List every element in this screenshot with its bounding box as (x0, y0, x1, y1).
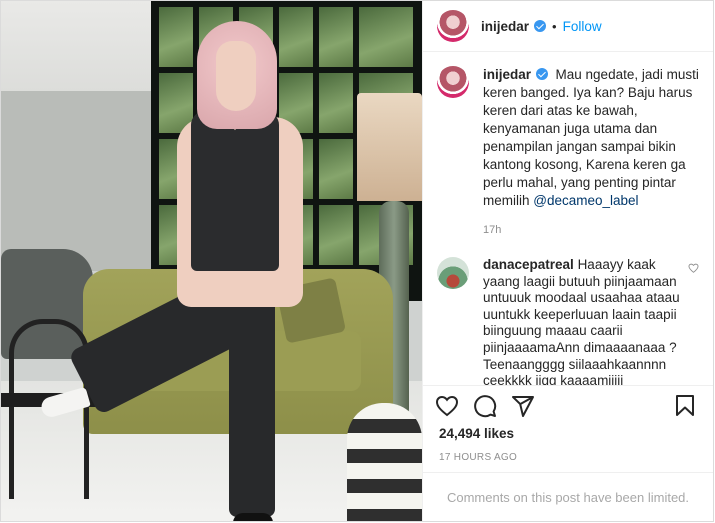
bookmark-icon[interactable] (673, 394, 697, 418)
comment-item: danacepatreal Haaayy kaak yaang laagii b… (437, 257, 699, 385)
action-bar (423, 385, 713, 426)
photo-person-top (191, 111, 279, 271)
comments-limited-notice: Comments on this post have been limited. (423, 472, 713, 521)
commenter-avatar[interactable] (437, 257, 469, 289)
heart-icon[interactable] (435, 394, 459, 418)
separator-dot: • (552, 18, 557, 34)
photo-person-shoe-right (233, 513, 273, 521)
verified-badge-icon (536, 68, 549, 80)
commenter-username[interactable]: danacepatreal (483, 257, 574, 272)
caption-text: inijedar Mau ngedate, jadi musti keren b… (483, 66, 699, 210)
share-icon[interactable] (511, 394, 535, 418)
caption-username[interactable]: inijedar (483, 67, 531, 82)
comment-text: danacepatreal Haaayy kaak yaang laagii b… (483, 257, 693, 385)
photo-wall (1, 91, 151, 271)
caption: inijedar Mau ngedate, jadi musti keren b… (437, 66, 699, 210)
likes-count[interactable]: 24,494 likes (423, 426, 713, 448)
photo-lamp (357, 93, 422, 201)
photo-person-face (216, 41, 256, 111)
caption-avatar[interactable] (437, 66, 469, 98)
verified-badge-icon (534, 20, 547, 32)
caption-timestamp[interactable]: 17h (483, 224, 699, 236)
caption-mention-link[interactable]: @decameo_label (533, 193, 638, 208)
caption-body: Mau ngedate, jadi musti keren banged. Iy… (483, 67, 699, 208)
post-side-panel: inijedar • Follow inijedar Mau ngedate, … (422, 1, 713, 521)
instagram-post-modal: inijedar • Follow inijedar Mau ngedate, … (0, 0, 714, 522)
post-time[interactable]: 17 HOURS AGO (423, 448, 713, 472)
follow-button[interactable]: Follow (563, 19, 602, 34)
photo-striped-stool (347, 403, 422, 521)
comment-body: Haaayy kaak yaang laagii butuuh piinjaam… (483, 257, 680, 385)
post-photo[interactable] (1, 1, 422, 521)
author-avatar[interactable] (437, 10, 469, 42)
heart-small-icon[interactable] (688, 263, 699, 273)
comment-icon[interactable] (473, 394, 497, 418)
author-username[interactable]: inijedar (481, 19, 529, 34)
post-header: inijedar • Follow (423, 1, 713, 52)
comments-list[interactable]: inijedar Mau ngedate, jadi musti keren b… (423, 52, 713, 385)
